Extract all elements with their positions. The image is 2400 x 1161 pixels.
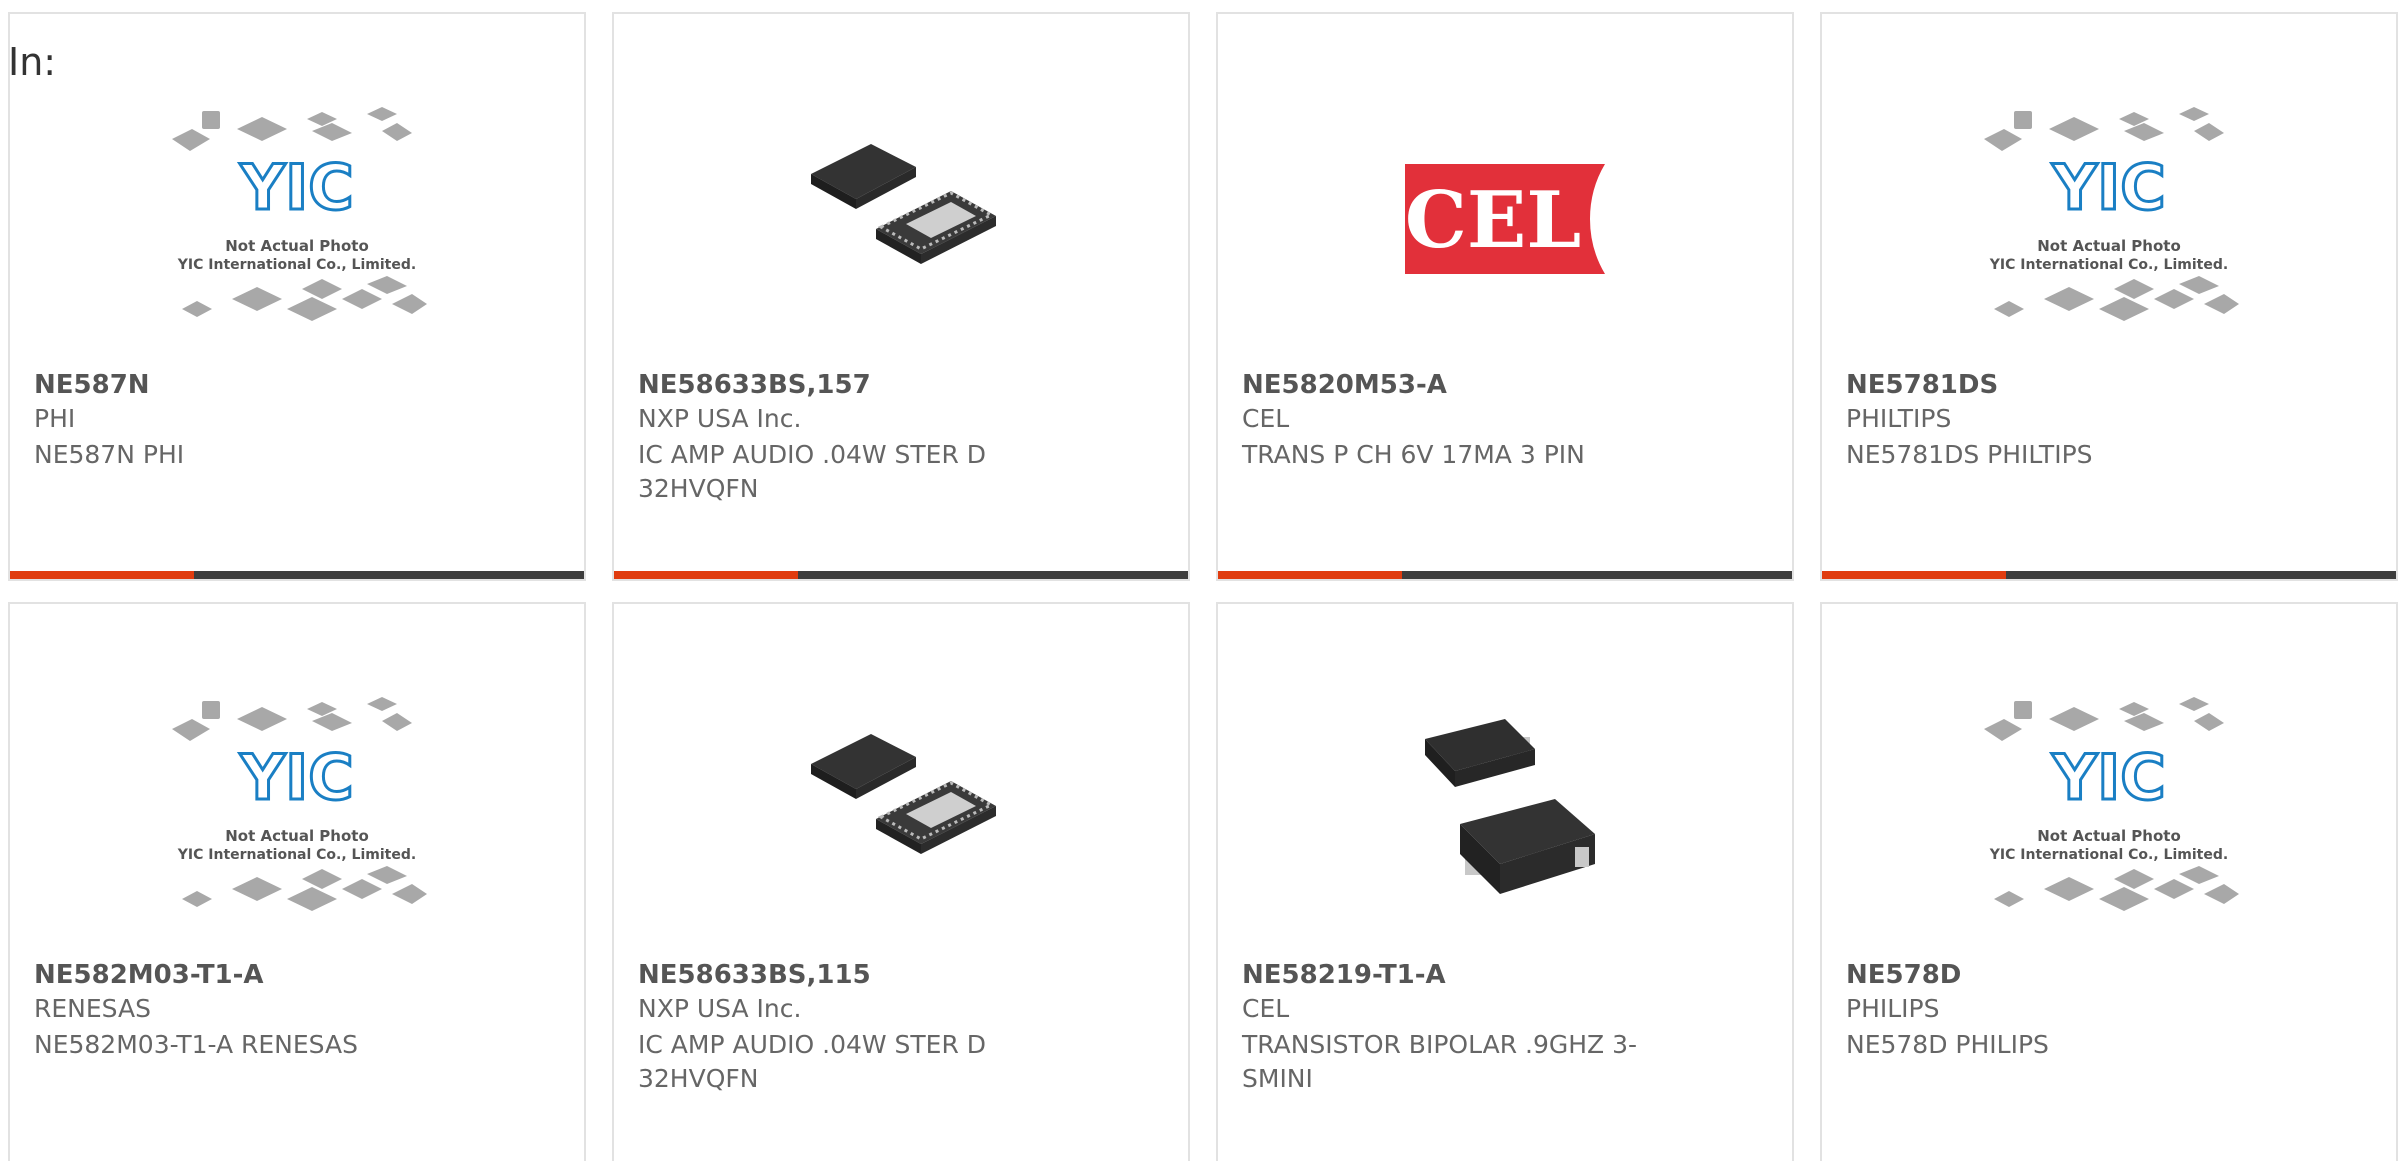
qfn-chip-icon bbox=[811, 144, 996, 264]
placeholder-photo-icon: YIC Not Actual Photo YIC International C… bbox=[1984, 107, 2239, 321]
part-number[interactable]: NE58633BS,115 bbox=[638, 960, 871, 990]
product-card[interactable]: YIC Not Actual Photo YIC International C… bbox=[8, 12, 586, 581]
part-number[interactable]: NE587N bbox=[34, 370, 150, 400]
description: NE578D PHILIPS bbox=[1846, 1030, 2049, 1059]
svg-text:Not Actual Photo: Not Actual Photo bbox=[2037, 827, 2181, 845]
description: NE582M03-T1-A RENESAS bbox=[34, 1030, 358, 1059]
svg-text:YIC: YIC bbox=[239, 741, 353, 814]
product-image bbox=[614, 674, 1188, 944]
product-grid-page: In: YIC Not Actual Photo YIC Internation… bbox=[0, 0, 2400, 1161]
manufacturer: PHI bbox=[34, 404, 76, 433]
manufacturer: RENESAS bbox=[34, 994, 151, 1023]
description: NE5781DS PHILTIPS bbox=[1846, 440, 2093, 469]
filter-label: In: bbox=[8, 40, 57, 84]
svg-text:Not Actual Photo: Not Actual Photo bbox=[225, 237, 369, 255]
description: TRANS P CH 6V 17MA 3 PIN bbox=[1242, 440, 1585, 469]
card-accent bbox=[614, 571, 798, 579]
svg-text:YIC International Co., Limited: YIC International Co., Limited. bbox=[177, 847, 416, 863]
product-image: YIC Not Actual Photo YIC International C… bbox=[10, 84, 584, 354]
svg-text:YIC: YIC bbox=[2051, 741, 2165, 814]
card-accent bbox=[10, 571, 194, 579]
card-bottom-bar bbox=[614, 571, 1188, 579]
svg-text:YIC: YIC bbox=[239, 151, 353, 224]
svg-text:CEL: CEL bbox=[1405, 175, 1581, 266]
card-bottom-bar bbox=[1218, 571, 1792, 579]
cel-logo-icon: CEL bbox=[1405, 164, 1605, 274]
manufacturer: PHILTIPS bbox=[1846, 404, 1952, 433]
part-number[interactable]: NE58633BS,157 bbox=[638, 370, 871, 400]
product-image bbox=[1218, 674, 1792, 944]
placeholder-photo-icon: YIC Not Actual Photo YIC International C… bbox=[1984, 697, 2239, 911]
product-card[interactable]: YIC Not Actual Photo YIC International C… bbox=[1820, 602, 2398, 1161]
svg-text:YIC International Co., Limited: YIC International Co., Limited. bbox=[1989, 847, 2228, 863]
product-image bbox=[614, 84, 1188, 354]
svg-text:Not Actual Photo: Not Actual Photo bbox=[2037, 237, 2181, 255]
qfn-chip-icon bbox=[811, 734, 996, 854]
part-number[interactable]: NE58219-T1-A bbox=[1242, 960, 1446, 990]
manufacturer: NXP USA Inc. bbox=[638, 994, 802, 1023]
card-accent bbox=[1218, 571, 1402, 579]
product-card[interactable]: NE58219-T1-A CEL TRANSISTOR BIPOLAR .9GH… bbox=[1216, 602, 1794, 1161]
svg-text:YIC: YIC bbox=[2051, 151, 2165, 224]
manufacturer: NXP USA Inc. bbox=[638, 404, 802, 433]
card-bottom-bar bbox=[1822, 571, 2396, 579]
part-number[interactable]: NE582M03-T1-A bbox=[34, 960, 264, 990]
card-accent bbox=[1822, 571, 2006, 579]
description: TRANSISTOR BIPOLAR .9GHZ 3-SMINI bbox=[1242, 1030, 1638, 1093]
card-bottom-bar bbox=[10, 571, 584, 579]
product-image: CEL bbox=[1218, 84, 1792, 354]
part-number[interactable]: NE578D bbox=[1846, 960, 1961, 990]
manufacturer: CEL bbox=[1242, 404, 1290, 433]
product-card[interactable]: NE58633BS,115 NXP USA Inc. IC AMP AUDIO … bbox=[612, 602, 1190, 1161]
product-image: YIC Not Actual Photo YIC International C… bbox=[1822, 674, 2396, 944]
manufacturer: CEL bbox=[1242, 994, 1290, 1023]
description: NE587N PHI bbox=[34, 440, 185, 469]
product-card[interactable]: YIC Not Actual Photo YIC International C… bbox=[8, 602, 586, 1161]
description: IC AMP AUDIO .04W STER D 32HVQFN bbox=[638, 440, 987, 503]
description: IC AMP AUDIO .04W STER D 32HVQFN bbox=[638, 1030, 987, 1093]
product-card[interactable]: YIC Not Actual Photo YIC International C… bbox=[1820, 12, 2398, 581]
svg-text:YIC International Co., Limited: YIC International Co., Limited. bbox=[177, 257, 416, 273]
placeholder-photo-icon: YIC Not Actual Photo YIC International C… bbox=[172, 107, 427, 321]
product-image: YIC Not Actual Photo YIC International C… bbox=[1822, 84, 2396, 354]
sot-transistor-icon bbox=[1425, 719, 1595, 894]
part-number[interactable]: NE5820M53-A bbox=[1242, 370, 1447, 400]
svg-text:Not Actual Photo: Not Actual Photo bbox=[225, 827, 369, 845]
part-number[interactable]: NE5781DS bbox=[1846, 370, 1998, 400]
product-card[interactable]: NE58633BS,157 NXP USA Inc. IC AMP AUDIO … bbox=[612, 12, 1190, 581]
placeholder-photo-icon: YIC Not Actual Photo YIC International C… bbox=[172, 697, 427, 911]
product-image: YIC Not Actual Photo YIC International C… bbox=[10, 674, 584, 944]
product-card[interactable]: CEL NE5820M53-A CEL TRANS P CH 6V 17MA 3… bbox=[1216, 12, 1794, 581]
manufacturer: PHILIPS bbox=[1846, 994, 1940, 1023]
svg-text:YIC International Co., Limited: YIC International Co., Limited. bbox=[1989, 257, 2228, 273]
